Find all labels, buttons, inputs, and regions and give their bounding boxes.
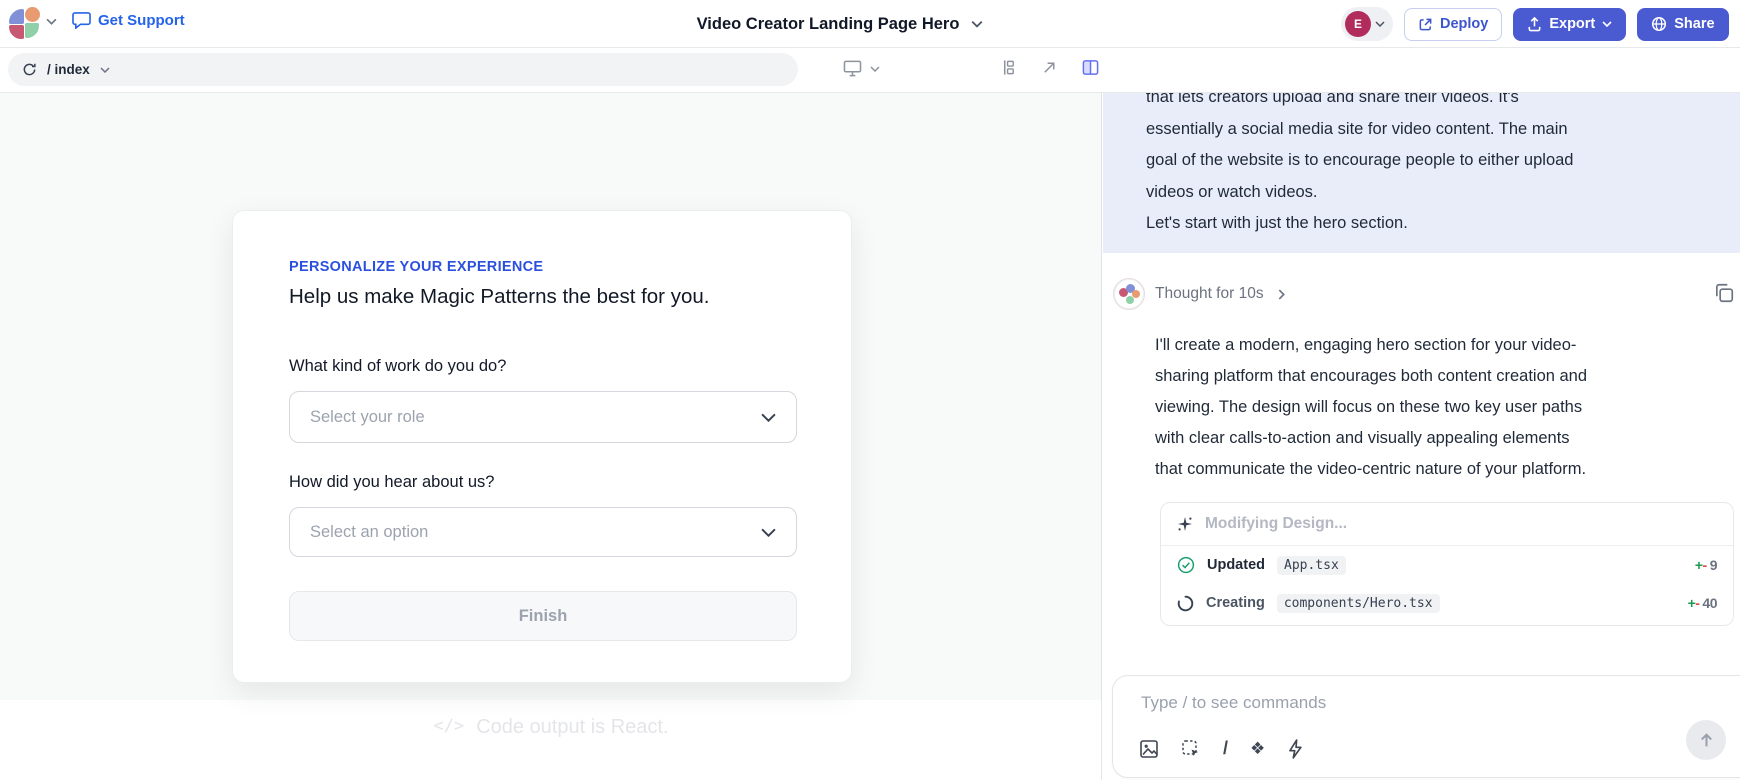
finish-button[interactable]: Finish <box>289 591 797 641</box>
task-action: Creating <box>1206 595 1265 611</box>
attach-image-icon[interactable] <box>1139 739 1159 759</box>
task-card-header: Modifying Design... <box>1161 503 1733 546</box>
get-support-link[interactable]: Get Support <box>72 11 185 29</box>
thought-label: Thought for 10s <box>1155 285 1264 303</box>
external-link-icon <box>1418 17 1433 32</box>
copy-message-icon[interactable] <box>1713 282 1737 306</box>
modal-heading: Help us make Magic Patterns the best for… <box>289 285 709 309</box>
modal-eyebrow: PERSONALIZE YOUR EXPERIENCE <box>289 259 543 275</box>
diff-stats: +-40 <box>1688 595 1717 611</box>
top-bar: Get Support Video Creator Landing Page H… <box>0 0 1740 48</box>
chat-panel: that lets creators upload and share thei… <box>1103 93 1740 780</box>
assistant-message-line: I'll create a modern, engaging hero sect… <box>1155 330 1587 361</box>
assistant-message: I'll create a modern, engaging hero sect… <box>1155 330 1587 485</box>
assistant-message-line: sharing platform that encourages both co… <box>1155 361 1587 392</box>
personalize-modal: PERSONALIZE YOUR EXPERIENCE Help us make… <box>232 210 852 683</box>
referral-select-placeholder: Select an option <box>310 523 428 542</box>
sparkle-icon <box>1177 516 1193 532</box>
device-preview-icon[interactable] <box>843 60 862 77</box>
avatar: E <box>1345 11 1371 37</box>
share-label: Share <box>1674 16 1714 32</box>
task-action: Updated <box>1207 557 1265 573</box>
route-bar[interactable]: / index <box>8 53 798 86</box>
preview-panel: PERSONALIZE YOUR EXPERIENCE Help us make… <box>0 93 1102 780</box>
select-chevron-down-icon <box>761 413 776 422</box>
chat-bubble-icon <box>72 11 91 29</box>
export-label: Export <box>1549 16 1595 32</box>
workspace-chevron-down-icon[interactable] <box>46 18 57 25</box>
code-icon: </> <box>433 716 464 736</box>
chat-composer: / ❖ <box>1112 675 1740 778</box>
chat-input[interactable] <box>1141 688 1561 718</box>
select-chevron-down-icon <box>761 528 776 537</box>
user-message-line: goal of the website is to encourage peop… <box>1146 145 1573 177</box>
share-button[interactable]: Share <box>1637 8 1728 41</box>
preview-footer: </> Code output is React. <box>0 700 1102 780</box>
user-message-line: Let's start with just the hero section. <box>1146 208 1573 240</box>
select-element-icon[interactable] <box>1181 739 1201 759</box>
preview-toolbar: / index Chat <box>0 48 1740 93</box>
composer-toolbar: / ❖ <box>1139 738 1304 759</box>
route-path: / index <box>47 62 90 77</box>
slash-command-icon[interactable]: / <box>1223 738 1228 759</box>
deploy-label: Deploy <box>1440 16 1488 32</box>
role-select[interactable]: Select your role <box>289 391 797 443</box>
device-chevron-down-icon[interactable] <box>870 66 880 72</box>
deploy-button[interactable]: Deploy <box>1404 8 1502 41</box>
thought-toggle[interactable]: Thought for 10s <box>1113 278 1285 310</box>
assistant-message-line: with clear calls-to-action and visually … <box>1155 423 1587 454</box>
topbar-actions: E Deploy Export Share <box>1341 7 1729 41</box>
diff-stats: +-9 <box>1695 557 1717 573</box>
task-progress-card: Modifying Design... Updated App.tsx +-9 … <box>1160 502 1734 626</box>
get-support-label: Get Support <box>98 12 185 29</box>
task-row: Creating components/Hero.tsx +-40 <box>1161 584 1733 622</box>
title-chevron-down-icon <box>971 20 983 28</box>
assistant-avatar <box>1113 278 1145 310</box>
app-window: Get Support Video Creator Landing Page H… <box>0 0 1740 780</box>
upload-icon <box>1527 16 1542 32</box>
magic-patterns-logo-icon[interactable] <box>8 7 44 41</box>
question2-label: How did you hear about us? <box>289 473 494 492</box>
globe-icon <box>1651 16 1667 32</box>
components-icon[interactable] <box>1000 59 1017 76</box>
role-select-placeholder: Select your role <box>310 408 425 427</box>
task-file: App.tsx <box>1277 556 1346 575</box>
finish-label: Finish <box>519 607 568 626</box>
split-view-icon[interactable] <box>1082 59 1099 76</box>
question1-label: What kind of work do you do? <box>289 357 506 376</box>
assistant-message-line: that communicate the video-centric natur… <box>1155 454 1587 485</box>
account-menu[interactable]: E <box>1341 7 1393 41</box>
framework-note: Code output is React. <box>476 716 668 739</box>
task-file: components/Hero.tsx <box>1277 594 1440 613</box>
chevron-right-icon <box>1278 289 1285 300</box>
export-button[interactable]: Export <box>1513 8 1626 41</box>
task-row: Updated App.tsx +-9 <box>1161 546 1733 584</box>
referral-select[interactable]: Select an option <box>289 507 797 557</box>
project-title: Video Creator Landing Page Hero <box>697 15 960 34</box>
check-circle-icon <box>1177 556 1195 574</box>
task-header-label: Modifying Design... <box>1205 515 1347 533</box>
spinner-icon <box>1177 595 1194 612</box>
user-message-bubble: that lets creators upload and share thei… <box>1103 93 1740 253</box>
lightning-icon[interactable] <box>1287 739 1304 759</box>
open-in-new-icon[interactable] <box>1041 59 1058 76</box>
components-diamond-icon[interactable]: ❖ <box>1250 739 1265 759</box>
user-message-line: videos or watch videos. <box>1146 177 1573 209</box>
preview-stage: PERSONALIZE YOUR EXPERIENCE Help us make… <box>0 93 1102 700</box>
refresh-icon[interactable] <box>22 62 37 77</box>
assistant-message-line: viewing. The design will focus on these … <box>1155 392 1587 423</box>
user-message-line: essentially a social media site for vide… <box>1146 114 1573 146</box>
project-title-group[interactable]: Video Creator Landing Page Hero <box>560 0 1120 48</box>
send-button[interactable] <box>1686 720 1726 760</box>
user-message-line: that lets creators upload and share thei… <box>1146 93 1573 114</box>
